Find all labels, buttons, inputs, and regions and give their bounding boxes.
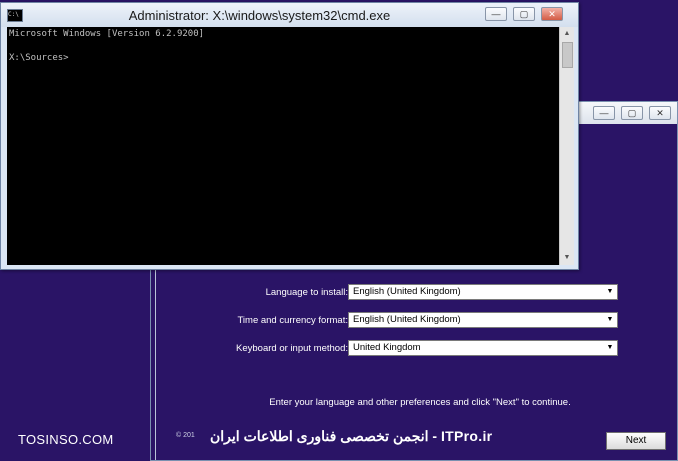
keyboard-select[interactable]: United Kingdom ▼ (348, 340, 618, 356)
instruction-text: Enter your language and other preference… (269, 397, 571, 408)
language-select[interactable]: English (United Kingdom) ▼ (348, 284, 618, 300)
chevron-down-icon[interactable]: ▼ (605, 315, 615, 325)
time-currency-label: Time and currency format: (237, 315, 348, 326)
copyright-text: © 201 (176, 432, 195, 439)
cmd-maximize-button[interactable]: ▢ (513, 7, 535, 21)
keyboard-row: Keyboard or input method: United Kingdom… (0, 340, 678, 358)
language-row: Language to install: English (United Kin… (0, 284, 678, 302)
cmd-close-button[interactable]: ✕ (541, 7, 563, 21)
console-line: Microsoft Windows [Version 6.2.9200] (9, 29, 205, 39)
scroll-up-icon[interactable]: ▲ (560, 27, 574, 41)
setup-minimize-button[interactable]: — (593, 106, 615, 120)
language-label: Language to install: (265, 287, 348, 298)
cmd-console[interactable]: Microsoft Windows [Version 6.2.9200] X:\S… (7, 27, 559, 265)
next-button[interactable]: Next (606, 432, 666, 450)
cmd-minimize-button[interactable]: — (485, 7, 507, 21)
setup-close-button[interactable]: ✕ (649, 106, 671, 120)
keyboard-value: United Kingdom (353, 342, 421, 353)
tosinso-watermark: TOSINSO.COM (18, 432, 114, 447)
chevron-down-icon[interactable]: ▼ (605, 343, 615, 353)
itpro-watermark: انجمن تخصصی فناوری اطلاعات ایران - ITPro… (210, 428, 493, 444)
console-prompt: X:\Sources> (9, 53, 69, 63)
scroll-thumb[interactable] (562, 42, 573, 68)
scroll-down-icon[interactable]: ▼ (560, 251, 574, 265)
time-currency-row: Time and currency format: English (Unite… (0, 312, 678, 330)
cmd-scrollbar[interactable]: ▲ ▼ (559, 27, 574, 265)
cmd-window: C:\ Administrator: X:\windows\system32\c… (0, 2, 579, 270)
chevron-down-icon[interactable]: ▼ (605, 287, 615, 297)
cmd-titlebar[interactable]: C:\ Administrator: X:\windows\system32\c… (1, 3, 578, 27)
time-currency-select[interactable]: English (United Kingdom) ▼ (348, 312, 618, 328)
keyboard-label: Keyboard or input method: (236, 343, 348, 354)
time-currency-value: English (United Kingdom) (353, 314, 461, 325)
setup-maximize-button[interactable]: ▢ (621, 106, 643, 120)
language-value: English (United Kingdom) (353, 286, 461, 297)
